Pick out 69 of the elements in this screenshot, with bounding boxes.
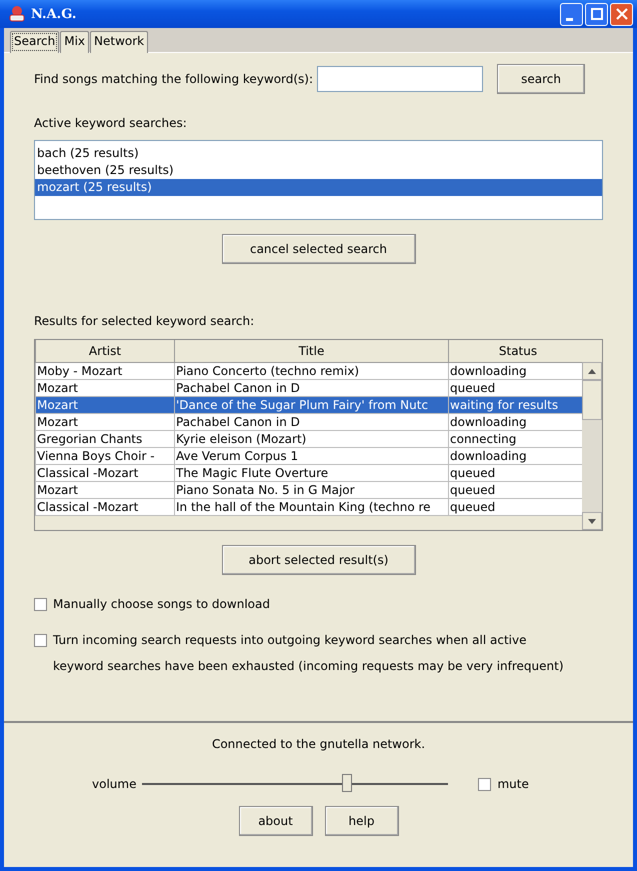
minimize-button[interactable] xyxy=(560,2,583,26)
table-cell: Vienna Boys Choir - xyxy=(37,448,155,462)
close-icon xyxy=(616,8,628,20)
mute-checkbox[interactable] xyxy=(478,778,492,790)
slider-thumb[interactable] xyxy=(342,774,352,792)
table-cell: Gregorian Chants xyxy=(37,432,142,446)
maximize-button[interactable] xyxy=(585,2,608,26)
list-item[interactable]: bach (25 results) xyxy=(35,145,602,162)
table-cell: 'Dance of the Sugar Plum Fairy' from Nutc xyxy=(176,398,428,412)
checkbox[interactable] xyxy=(34,634,47,647)
table-cell: In the hall of the Mountain King (techno re xyxy=(176,500,431,514)
table-cell: Piano Concerto (techno remix) xyxy=(176,364,360,378)
tab[interactable]: Mix xyxy=(60,31,90,53)
table-cell: Kyrie eleison (Mozart) xyxy=(176,432,306,446)
maximize-icon xyxy=(590,8,602,20)
table-cell: Mozart xyxy=(37,398,78,412)
down-arrow-icon xyxy=(588,518,596,524)
column-header[interactable]: Title xyxy=(174,340,448,362)
search-label: Find songs matching the following keyword(s): xyxy=(34,72,314,86)
tab[interactable]: Search xyxy=(10,31,60,53)
table-cell: queued xyxy=(450,466,496,480)
table-cell: Mozart xyxy=(37,482,78,496)
abort-button[interactable]: abort selected result(s) xyxy=(222,545,416,575)
table-cell: Piano Sonata No. 5 in G Major xyxy=(176,482,355,496)
list-item[interactable]: beethoven (25 results) xyxy=(35,162,602,179)
status-text: Connected to the gnutella network. xyxy=(210,737,426,751)
table-cell: Pachabel Canon in D xyxy=(176,380,300,394)
scroll-thumb[interactable] xyxy=(582,380,602,420)
close-button[interactable] xyxy=(610,2,633,26)
scroll-down-button[interactable] xyxy=(582,512,602,530)
scroll-bar[interactable] xyxy=(582,362,602,530)
table-cell: queued xyxy=(450,500,496,514)
help-button[interactable]: help xyxy=(324,806,398,836)
table-cell: The Magic Flute Overture xyxy=(176,466,328,480)
table-cell: downloading xyxy=(450,364,527,378)
table-cell: Ave Verum Corpus 1 xyxy=(176,448,298,462)
table-cell: downloading xyxy=(450,448,527,462)
minimize-icon xyxy=(566,18,572,20)
table-cell: connecting xyxy=(450,432,516,446)
section-label: Results for selected keyword search: xyxy=(34,314,256,330)
table-cell: queued xyxy=(450,380,496,394)
volume-slider[interactable] xyxy=(142,774,448,794)
table-cell: Pachabel Canon in D xyxy=(176,414,300,428)
table-cell: Mozart xyxy=(37,380,78,394)
tab[interactable]: Network xyxy=(90,31,148,53)
scroll-up-button[interactable] xyxy=(582,362,602,380)
column-header[interactable]: Artist xyxy=(36,340,174,362)
app-icon xyxy=(8,5,26,23)
search-button[interactable]: search xyxy=(497,64,586,94)
table-cell: Classical -Mozart xyxy=(37,466,138,480)
column-header[interactable]: Status xyxy=(448,340,582,362)
up-arrow-icon xyxy=(588,368,596,374)
table-cell: Classical -Mozart xyxy=(37,500,138,514)
checkbox-label: mute xyxy=(497,777,529,791)
list-item[interactable]: mozart (25 results) xyxy=(35,179,602,196)
checkbox-label: Turn incoming search requests into outgoing keyword searches when all active keyword searches have been exhausted (incoming requests may be very infrequent) xyxy=(53,632,565,675)
keyword-field[interactable] xyxy=(317,66,484,92)
table-cell: waiting for results xyxy=(450,398,558,412)
volume-label: volume xyxy=(92,777,136,791)
table-cell: Mozart xyxy=(37,414,78,428)
checkbox-label: Manually choose songs to download xyxy=(53,596,270,613)
checkbox[interactable] xyxy=(34,598,47,611)
section-label: Active keyword searches: xyxy=(34,116,188,132)
about-button[interactable]: about xyxy=(238,806,312,836)
table-cell: Moby - Mozart xyxy=(37,364,122,378)
cancel-button[interactable]: cancel selected search xyxy=(222,234,416,264)
window-title: N.A.G. xyxy=(31,6,78,22)
table-cell: queued xyxy=(450,482,496,496)
table-cell: downloading xyxy=(450,414,527,428)
